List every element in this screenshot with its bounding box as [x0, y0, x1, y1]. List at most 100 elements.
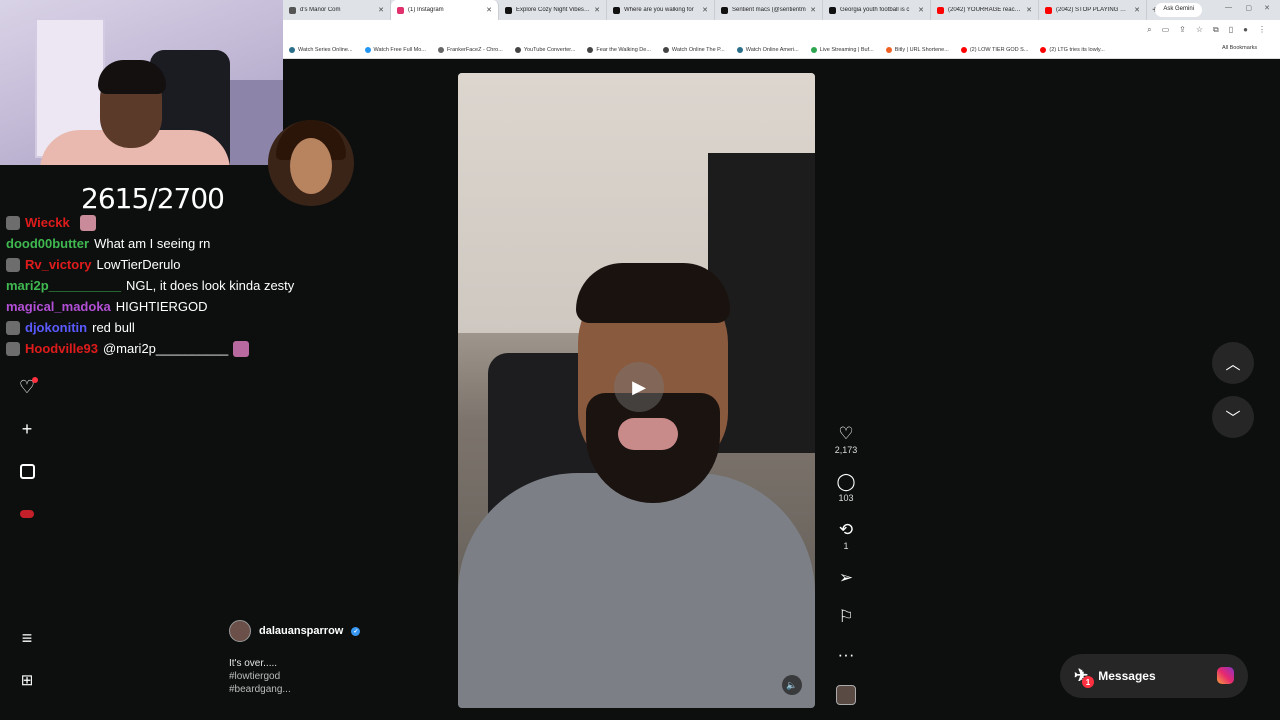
bookmark-label: (2) LTG tries its lowly... [1049, 46, 1105, 53]
create-plus-icon[interactable]: + [15, 417, 39, 441]
messages-button[interactable]: ✈ 1 Messages [1060, 654, 1248, 698]
close-tab-icon[interactable]: ✕ [594, 6, 600, 14]
tab-favicon-icon [397, 6, 404, 14]
stream-chat: Wieckk dood00butter What am I seeing rn Rv_… [6, 212, 336, 359]
kebab-menu-icon[interactable]: ⋮ [1258, 25, 1266, 35]
bookmark-item[interactable]: Fear the Walking De... [581, 46, 657, 53]
chat-username[interactable]: djokonitin [25, 320, 87, 335]
bookmark-label: Bitly | URL Shortene... [894, 46, 949, 53]
bookmark-favicon-icon [1040, 46, 1047, 53]
play-icon: ▶ [632, 376, 646, 397]
close-tab-icon[interactable]: ✕ [378, 6, 384, 14]
close-tab-icon[interactable]: ✕ [918, 6, 924, 14]
bookmark-item[interactable]: Watch Free Full Mo... [359, 46, 432, 53]
browser-tab[interactable]: Where are you walking for ✕ [607, 0, 715, 20]
tab-title: Where are you walking for [624, 7, 694, 13]
close-tab-icon[interactable]: ✕ [486, 6, 492, 14]
bookmark-item[interactable]: Live Streaming | Buf... [805, 46, 880, 53]
star-icon[interactable]: ☆ [1196, 25, 1203, 35]
close-window-icon[interactable]: ✕ [1264, 4, 1270, 12]
bookmark-item[interactable]: YouTube Converter... [509, 46, 582, 53]
bookmark-item[interactable]: (2) LOW TIER GOD S... [955, 46, 1035, 53]
extensions-icon[interactable]: ⧉ [1213, 25, 1219, 35]
chat-badge-icon [6, 215, 20, 230]
ask-gemini-button[interactable]: Ask Gemini [1155, 3, 1202, 17]
hashtag-link[interactable]: #beardgang... [229, 683, 291, 696]
bookmark-favicon-icon [289, 46, 295, 53]
messages-unread-badge: 1 [1082, 676, 1094, 688]
audio-button[interactable] [832, 685, 860, 705]
minimize-icon[interactable]: — [1225, 4, 1232, 11]
bookmark-item[interactable]: (2) LTG tries its lowly... [1034, 46, 1110, 53]
tab-title: d's Manor Com [300, 7, 341, 13]
browser-tab[interactable]: (2042) YOURRAGE reacts to ✕ [931, 0, 1039, 20]
play-button[interactable]: ▶ [614, 362, 664, 412]
post-author[interactable]: dalauansparrow ✓ [229, 620, 361, 642]
comment-icon: ◯ [836, 472, 856, 491]
browser-tab[interactable]: d's Manor Com ✕ [283, 0, 391, 20]
messages-label: Messages [1098, 669, 1156, 683]
browser-tab[interactable]: Explore Cozy Night Vibes fo ✕ [499, 0, 607, 20]
author-avatar[interactable] [229, 620, 251, 642]
tab-title: (2042) STOP PLAYING WITH [1056, 7, 1131, 13]
chat-text: LowTierDerulo [96, 257, 181, 272]
bookmark-label: Watch Online The P... [671, 46, 725, 53]
chat-text: NGL, it does look kinda zesty [125, 278, 295, 293]
all-bookmarks-button[interactable]: All Bookmarks [1222, 45, 1274, 51]
chat-username[interactable]: Wieckk [25, 215, 70, 230]
bookmark-label: FrankerFaceZ - Chro... [446, 46, 503, 53]
dashboard-icon[interactable] [15, 459, 39, 483]
more-grid-icon[interactable]: ⊞ [15, 668, 39, 692]
save-button[interactable]: ⚐ [832, 607, 860, 627]
chat-username[interactable]: Hoodville93 [25, 341, 98, 356]
bookmark-label: Watch Free Full Mo... [373, 46, 426, 53]
browser-tab[interactable]: (2042) STOP PLAYING WITH ✕ [1039, 0, 1147, 20]
bookmark-favicon-icon [662, 46, 669, 53]
search-icon[interactable]: ⌕ [1147, 25, 1151, 35]
comment-count: 103 [838, 493, 854, 503]
share-button[interactable]: ➢ [832, 568, 860, 588]
chat-username[interactable]: Rv_victory [25, 257, 91, 272]
share-icon[interactable]: ⇪ [1179, 25, 1186, 35]
notifications-heart-icon[interactable]: ♡ [15, 375, 39, 399]
close-tab-icon[interactable]: ✕ [810, 6, 816, 14]
next-reel-button[interactable]: ﹀ [1212, 396, 1254, 438]
chat-username[interactable]: dood00butter [6, 236, 89, 251]
profile-avatar-icon[interactable] [15, 502, 39, 526]
bookmark-favicon-icon [437, 46, 444, 53]
repost-button[interactable]: ⟲ 1 [832, 520, 860, 551]
bookmark-item[interactable]: Watch Online Ameri... [731, 46, 805, 53]
chat-username[interactable]: mari2p__________ [6, 278, 121, 293]
mute-button[interactable]: 🔈 [782, 675, 802, 695]
heart-icon: ♡ [838, 424, 854, 443]
like-button[interactable]: ♡ 2,173 [832, 424, 860, 455]
stream-goal-counter: 2615/2700 [81, 182, 225, 215]
more-options-button[interactable]: ··· [832, 645, 860, 665]
tab-favicon-icon [613, 6, 620, 14]
browser-tab[interactable]: Georgia youth football is c ✕ [823, 0, 931, 20]
browser-tab[interactable]: (1) Instagram ✕ [391, 0, 499, 20]
profile-icon[interactable]: ● [1243, 25, 1248, 35]
bookmark-item[interactable]: Watch Series Online... [283, 46, 359, 53]
tab-favicon-icon [937, 6, 944, 14]
address-bar[interactable]: ⌕ ▭ ⇪ ☆ ⧉ ▯ ● ⋮ [283, 20, 1280, 41]
previous-reel-button[interactable]: ︿ [1212, 342, 1254, 384]
close-tab-icon[interactable]: ✕ [1134, 6, 1140, 14]
browser-tab[interactable]: Sentient macs (@sentientm ✕ [715, 0, 823, 20]
hashtag-link[interactable]: #lowtiergod [229, 670, 291, 683]
close-tab-icon[interactable]: ✕ [702, 6, 708, 14]
bookmark-item[interactable]: Bitly | URL Shortene... [880, 46, 955, 53]
maximize-icon[interactable]: ▢ [1245, 4, 1252, 12]
repost-icon: ⟲ [838, 520, 854, 539]
bookmark-label: Watch Series Online... [298, 46, 353, 53]
close-tab-icon[interactable]: ✕ [1026, 6, 1032, 14]
sidepanel-icon[interactable]: ▯ [1229, 25, 1233, 35]
menu-icon[interactable]: ≡ [15, 626, 39, 650]
bookmark-favicon-icon [736, 46, 743, 53]
author-username[interactable]: dalauansparrow [259, 625, 343, 637]
chat-username[interactable]: magical_madoka [6, 299, 111, 314]
bookmark-item[interactable]: Watch Online The P... [657, 46, 731, 53]
bookmark-item[interactable]: FrankerFaceZ - Chro... [432, 46, 509, 53]
cast-icon[interactable]: ▭ [1162, 25, 1170, 35]
comment-button[interactable]: ◯ 103 [832, 472, 860, 503]
